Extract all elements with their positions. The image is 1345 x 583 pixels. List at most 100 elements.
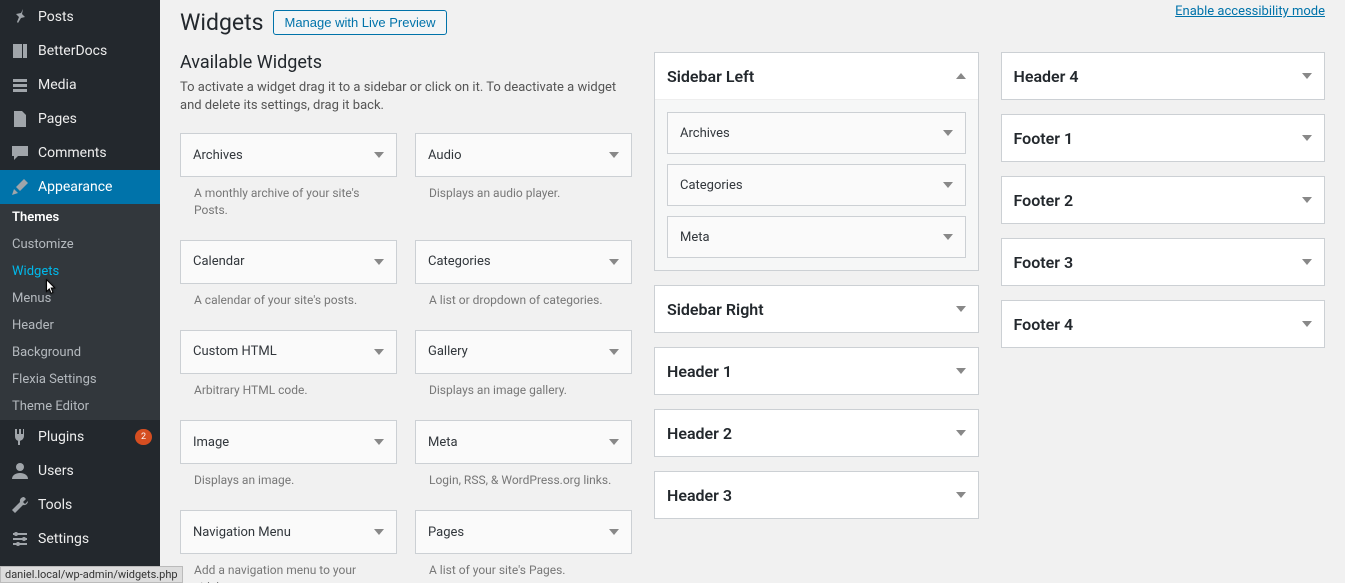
widget-box[interactable]: Custom HTML bbox=[180, 330, 397, 374]
book-icon bbox=[10, 41, 30, 61]
available-widgets-title: Available Widgets bbox=[180, 52, 632, 73]
widget-box[interactable]: Calendar bbox=[180, 240, 397, 284]
submenu-item-widgets[interactable]: Widgets bbox=[0, 258, 160, 285]
widget-name: Gallery bbox=[428, 344, 468, 359]
admin-sidebar: Posts BetterDocs Media Pages Comments Ap… bbox=[0, 0, 160, 583]
chevron-down-icon bbox=[956, 368, 966, 374]
placed-widget-categories[interactable]: Categories bbox=[667, 164, 966, 206]
widget-description: Arbitrary HTML code. bbox=[180, 374, 397, 414]
widget-area-footer-3: Footer 3 bbox=[1001, 238, 1326, 286]
menu-item-plugins[interactable]: Plugins 2 bbox=[0, 420, 160, 454]
widget-area-header[interactable]: Footer 4 bbox=[1002, 301, 1325, 347]
widget-box[interactable]: Image bbox=[180, 420, 397, 464]
widget-area-header-1: Header 1 bbox=[654, 347, 979, 395]
widget-area-header[interactable]: Header 2 bbox=[655, 410, 978, 456]
chevron-down-icon bbox=[956, 430, 966, 436]
widget-description: Displays an image gallery. bbox=[415, 374, 632, 414]
page-icon bbox=[10, 109, 30, 129]
submenu-item-flexia-settings[interactable]: Flexia Settings bbox=[0, 366, 160, 393]
chevron-down-icon bbox=[374, 259, 384, 265]
chevron-down-icon bbox=[609, 529, 619, 535]
available-widget-image: Image Displays an image. bbox=[180, 420, 397, 504]
chevron-down-icon bbox=[956, 306, 966, 312]
chevron-down-icon bbox=[374, 152, 384, 158]
widget-name: Archives bbox=[193, 148, 243, 163]
main-content: Enable accessibility mode Widgets Manage… bbox=[160, 0, 1345, 583]
chevron-down-icon bbox=[609, 439, 619, 445]
widget-area-body[interactable]: Archives Categories Meta bbox=[655, 99, 978, 270]
live-preview-button[interactable]: Manage with Live Preview bbox=[273, 10, 446, 35]
widget-area-header[interactable]: Header 1 bbox=[655, 348, 978, 394]
widget-box[interactable]: Audio bbox=[415, 133, 632, 177]
submenu-item-background[interactable]: Background bbox=[0, 339, 160, 366]
chevron-down-icon bbox=[956, 492, 966, 498]
widget-name: Navigation Menu bbox=[193, 525, 291, 540]
available-widget-custom-html: Custom HTML Arbitrary HTML code. bbox=[180, 330, 397, 414]
submenu-item-themes[interactable]: Themes bbox=[0, 204, 160, 231]
widget-box[interactable]: Archives bbox=[180, 133, 397, 177]
menu-item-label: Appearance bbox=[38, 179, 152, 195]
widget-area-header[interactable]: Footer 3 bbox=[1002, 239, 1325, 285]
widget-area-header[interactable]: Header 3 bbox=[655, 472, 978, 518]
available-widget-calendar: Calendar A calendar of your site's posts… bbox=[180, 240, 397, 324]
placed-widget-meta[interactable]: Meta bbox=[667, 216, 966, 258]
available-widget-meta: Meta Login, RSS, & WordPress.org links. bbox=[415, 420, 632, 504]
submenu-appearance: ThemesCustomizeWidgetsMenusHeaderBackgro… bbox=[0, 204, 160, 420]
chevron-down-icon bbox=[374, 439, 384, 445]
menu-item-users[interactable]: Users bbox=[0, 454, 160, 488]
widget-name: Categories bbox=[428, 254, 491, 269]
user-icon bbox=[10, 461, 30, 481]
widget-name: Pages bbox=[428, 525, 464, 540]
chevron-down-icon bbox=[374, 349, 384, 355]
widget-area-header[interactable]: Footer 1 bbox=[1002, 115, 1325, 161]
menu-item-appearance[interactable]: Appearance bbox=[0, 170, 160, 204]
chevron-down-icon bbox=[609, 152, 619, 158]
submenu-item-menus[interactable]: Menus bbox=[0, 285, 160, 312]
media-icon bbox=[10, 75, 30, 95]
chevron-down-icon bbox=[943, 182, 953, 188]
menu-item-label: Users bbox=[38, 463, 152, 479]
menu-item-label: Media bbox=[38, 77, 152, 93]
page-title: Widgets bbox=[180, 9, 263, 36]
widget-area-header[interactable]: Sidebar Left bbox=[655, 53, 978, 99]
widget-name: Image bbox=[193, 435, 229, 450]
widget-area-header[interactable]: Header 4 bbox=[1002, 53, 1325, 99]
submenu-item-theme-editor[interactable]: Theme Editor bbox=[0, 393, 160, 420]
placed-widget-name: Meta bbox=[680, 230, 710, 245]
widget-box[interactable]: Gallery bbox=[415, 330, 632, 374]
available-widget-pages: Pages A list of your site's Pages. bbox=[415, 510, 632, 583]
widget-name: Calendar bbox=[193, 254, 245, 269]
accessibility-mode-link[interactable]: Enable accessibility mode bbox=[1175, 4, 1325, 19]
menu-item-media[interactable]: Media bbox=[0, 68, 160, 102]
chevron-down-icon bbox=[374, 529, 384, 535]
available-widget-gallery: Gallery Displays an image gallery. bbox=[415, 330, 632, 414]
placed-widget-archives[interactable]: Archives bbox=[667, 112, 966, 154]
widget-area-header[interactable]: Sidebar Right bbox=[655, 286, 978, 332]
submenu-item-header[interactable]: Header bbox=[0, 312, 160, 339]
menu-item-comments[interactable]: Comments bbox=[0, 136, 160, 170]
widget-box[interactable]: Categories bbox=[415, 240, 632, 284]
widget-area-header[interactable]: Footer 2 bbox=[1002, 177, 1325, 223]
chevron-down-icon bbox=[1302, 321, 1312, 327]
widget-area-footer-2: Footer 2 bbox=[1001, 176, 1326, 224]
widget-box[interactable]: Pages bbox=[415, 510, 632, 554]
widget-area-title: Header 3 bbox=[667, 486, 732, 505]
placed-widget-name: Archives bbox=[680, 126, 730, 141]
menu-item-posts[interactable]: Posts bbox=[0, 0, 160, 34]
widget-area-header-2: Header 2 bbox=[654, 409, 979, 457]
chevron-down-icon bbox=[1302, 73, 1312, 79]
widget-area-title: Footer 4 bbox=[1014, 315, 1074, 334]
menu-item-label: Tools bbox=[38, 497, 152, 513]
widget-description: A list of your site's Pages. bbox=[415, 554, 632, 583]
menu-item-pages[interactable]: Pages bbox=[0, 102, 160, 136]
widget-box[interactable]: Navigation Menu bbox=[180, 510, 397, 554]
widget-area-header-3: Header 3 bbox=[654, 471, 979, 519]
widget-area-footer-1: Footer 1 bbox=[1001, 114, 1326, 162]
widget-box[interactable]: Meta bbox=[415, 420, 632, 464]
menu-item-tools[interactable]: Tools bbox=[0, 488, 160, 522]
menu-item-label: Posts bbox=[38, 9, 152, 25]
menu-item-betterdocs[interactable]: BetterDocs bbox=[0, 34, 160, 68]
submenu-item-customize[interactable]: Customize bbox=[0, 231, 160, 258]
menu-item-settings[interactable]: Settings bbox=[0, 522, 160, 556]
chevron-down-icon bbox=[943, 234, 953, 240]
